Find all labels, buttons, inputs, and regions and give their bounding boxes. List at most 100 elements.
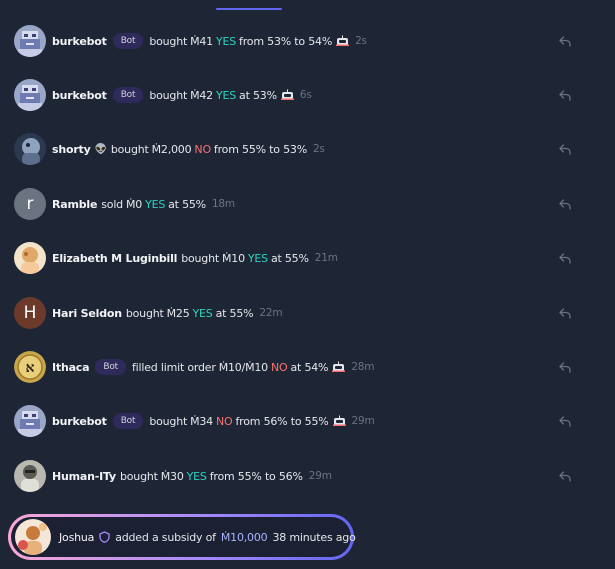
reply-arrow-icon[interactable]	[558, 414, 572, 428]
bot-badge: Bot	[112, 33, 144, 49]
feed-row: shorty 👽 bought Ṁ2,000 NO from 55% to 53% 2s	[14, 132, 574, 166]
feed-row: burkebot Bot bought Ṁ34 NO from 56% to 55% 29m	[14, 404, 574, 438]
feed-row: Human-ITy bought Ṁ30 YES from 55% to 56% 29m	[14, 459, 574, 493]
timestamp[interactable]: 29m	[309, 470, 332, 482]
feed-row: H Hari Seldon bought Ṁ25 YES at 55% 22m	[14, 296, 574, 330]
user-name[interactable]: Hari Seldon	[52, 307, 122, 320]
trade-probability: at 54%	[290, 360, 329, 374]
feed-text: Human-ITy bought Ṁ30 YES from 55% to 56% 29m	[52, 470, 336, 483]
timestamp[interactable]: 2s	[313, 143, 325, 155]
bot-badge: Bot	[95, 359, 126, 375]
feed-row: r Ramble sold Ṁ0 YES at 55% 18m	[14, 187, 574, 221]
user-name[interactable]: burkebot	[52, 35, 107, 48]
avatar[interactable]	[14, 133, 46, 165]
reply-arrow-icon[interactable]	[558, 88, 572, 102]
trade-outcome: YES	[215, 88, 237, 102]
avatar-letter: r	[26, 194, 34, 214]
trade-action: bought	[149, 414, 188, 428]
shield-icon	[99, 531, 110, 543]
reply-arrow-icon[interactable]	[558, 34, 572, 48]
trade-action: sold	[101, 197, 123, 211]
trade-amount: Ṁ0	[125, 197, 143, 211]
trade-amount: Ṁ10	[221, 251, 245, 265]
reply-arrow-icon[interactable]	[558, 360, 572, 374]
robot-icon	[332, 361, 346, 373]
timestamp[interactable]: 29m	[352, 415, 375, 427]
user-name[interactable]: burkebot	[52, 89, 107, 102]
avatar[interactable]	[14, 79, 46, 111]
trade-amount: Ṁ41	[190, 34, 213, 48]
trade-amount: Ṁ34	[190, 414, 213, 428]
trade-outcome: NO	[194, 142, 211, 156]
subsidy-amount: Ṁ10,000	[220, 530, 268, 544]
trade-outcome: YES	[145, 197, 166, 211]
trade-action: bought	[149, 88, 188, 102]
trade-probability: at 53%	[239, 88, 277, 102]
feed-text: Ithaca Bot filled limit order Ṁ10/Ṁ10 NO at 5…	[52, 359, 378, 375]
trade-probability: from 53% to 54%	[239, 34, 333, 48]
feed-text: burkebot Bot bought Ṁ34 NO from 56% to 55% 29m	[52, 413, 379, 429]
subsidy-time: 38 minutes ago	[272, 530, 356, 544]
avatar[interactable]: H	[14, 297, 46, 329]
timestamp[interactable]: 21m	[315, 252, 338, 264]
timestamp[interactable]: 22m	[259, 307, 282, 319]
feed-text: Elizabeth M Luginbill bought Ṁ10 YES at 55% 2…	[52, 252, 342, 265]
avatar[interactable]: r	[14, 188, 46, 220]
trade-action: bought	[119, 469, 158, 483]
user-name[interactable]: burkebot	[52, 415, 107, 428]
reply-arrow-icon[interactable]	[558, 142, 572, 156]
trade-action: bought	[149, 34, 188, 48]
timestamp[interactable]: 28m	[351, 361, 374, 373]
trade-amount: Ṁ30	[160, 469, 184, 483]
reply-arrow-icon[interactable]	[558, 469, 572, 483]
trade-amount: Ṁ2,000	[151, 142, 192, 156]
user-name[interactable]: Ramble	[52, 198, 97, 211]
robot-icon	[280, 89, 294, 101]
trade-probability: from 56% to 55%	[235, 414, 329, 428]
trade-action: bought	[125, 306, 164, 320]
user-emoji: 👽	[94, 143, 107, 155]
feed-row: א Ithaca Bot filled limit order Ṁ10/Ṁ10 NO at …	[14, 350, 574, 384]
reply-arrow-icon[interactable]	[558, 251, 572, 265]
user-name[interactable]: Human-ITy	[52, 470, 116, 483]
feed-text: burkebot Bot bought Ṁ42 YES at 53% 6s	[52, 87, 316, 103]
feed-row: burkebot Bot bought Ṁ42 YES at 53% 6s	[14, 78, 574, 112]
trade-probability: at 55%	[270, 251, 309, 265]
trade-action: bought	[110, 142, 149, 156]
trade-probability: from 55% to 53%	[213, 142, 307, 156]
trade-outcome: YES	[186, 469, 207, 483]
timestamp[interactable]: 6s	[300, 89, 312, 101]
active-tab-indicator	[216, 8, 282, 10]
trade-outcome: NO	[271, 360, 288, 374]
avatar[interactable]	[14, 460, 46, 492]
feed-text: Hari Seldon bought Ṁ25 YES at 55% 22m	[52, 307, 286, 320]
feed-text: shorty 👽 bought Ṁ2,000 NO from 55% to 53% 2s	[52, 143, 329, 156]
trade-amount: Ṁ42	[190, 88, 213, 102]
reply-arrow-icon[interactable]	[558, 306, 572, 320]
feed-row: burkebot Bot bought Ṁ41 YES from 53% to 54% 2s	[14, 24, 574, 58]
avatar-letter: H	[23, 303, 37, 323]
trade-amount: Ṁ10/Ṁ10	[218, 360, 268, 374]
feed-text: Ramble sold Ṁ0 YES at 55% 18m	[52, 198, 239, 211]
feed-text: burkebot Bot bought Ṁ41 YES from 53% to 54% 2s	[52, 33, 371, 49]
feed-row: Elizabeth M Luginbill bought Ṁ10 YES at 55% 2…	[14, 241, 574, 275]
trade-probability: at 55%	[168, 197, 206, 211]
robot-icon	[336, 35, 350, 47]
trade-outcome: NO	[215, 414, 233, 428]
reply-arrow-icon[interactable]	[558, 197, 572, 211]
timestamp[interactable]: 18m	[212, 198, 235, 210]
avatar[interactable]	[14, 242, 46, 274]
user-name[interactable]: Elizabeth M Luginbill	[52, 252, 177, 265]
avatar[interactable]	[14, 405, 46, 437]
subsidy-text: added a subsidy of	[115, 530, 216, 544]
avatar[interactable]: א	[14, 351, 46, 383]
trade-outcome: YES	[192, 306, 213, 320]
avatar[interactable]	[15, 519, 51, 555]
avatar[interactable]	[14, 25, 46, 57]
trade-action: bought	[181, 251, 219, 265]
user-name[interactable]: Ithaca	[52, 361, 90, 374]
user-name[interactable]: shorty	[52, 143, 91, 156]
subsidy-banner: Joshua added a subsidy of Ṁ10,000 38 min…	[8, 514, 356, 560]
timestamp[interactable]: 2s	[355, 35, 367, 47]
subsidy-user-name[interactable]: Joshua	[59, 531, 94, 544]
